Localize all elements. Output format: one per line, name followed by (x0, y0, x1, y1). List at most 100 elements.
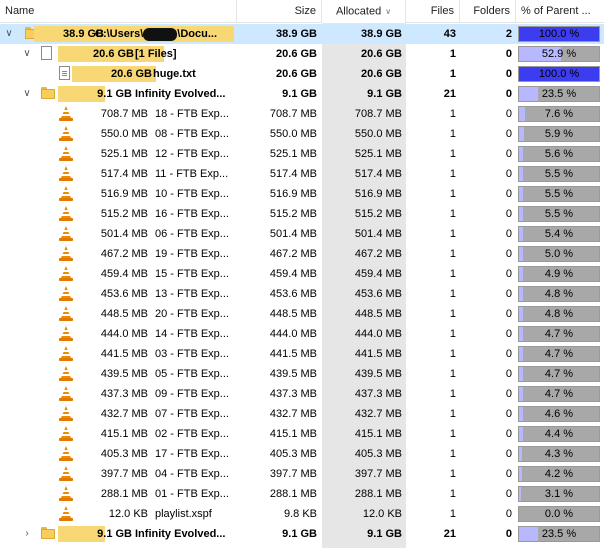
folders-cell: 0 (505, 68, 512, 80)
files-cell: 1 (449, 108, 456, 120)
size-cell: 516.9 MB (269, 188, 317, 200)
tree-row[interactable]: ∨ 38.9 GB C:\Users\ \Docu... 38.9 GB 38.9 GB 4… (0, 24, 604, 44)
tree-row[interactable]: 515.2 MB 16 - FTB Exp... 515.2 MB 515.2 MB 1… (0, 204, 604, 224)
vlc-icon (59, 146, 73, 162)
file-icon (41, 46, 52, 60)
folders-cell: 0 (505, 48, 512, 60)
folder-icon (41, 87, 55, 99)
files-cell: 1 (449, 68, 456, 80)
allocated-cell: 516.9 MB (354, 188, 402, 200)
size-label: 516.9 MB (100, 188, 148, 200)
tree-row[interactable]: 12.0 KB playlist.xspf 9.8 KB 12.0 KB 1 0 0.0 % (0, 504, 604, 524)
tree-row[interactable]: 439.5 MB 05 - FTB Exp... 439.5 MB 439.5 MB 1… (0, 364, 604, 384)
tree-row[interactable]: › 9.1 GB Infinity Evolved... 9.1 GB 9.1 GB 21… (0, 524, 604, 544)
files-cell: 1 (449, 188, 456, 200)
tree-row[interactable]: 516.9 MB 10 - FTB Exp... 516.9 MB 516.9 MB 1… (0, 184, 604, 204)
tree-row[interactable]: 525.1 MB 12 - FTB Exp... 525.1 MB 525.1 MB 1… (0, 144, 604, 164)
chevron-right-icon[interactable]: › (21, 524, 33, 544)
tree-row[interactable]: 437.3 MB 09 - FTB Exp... 437.3 MB 437.3 MB 1… (0, 384, 604, 404)
tree-row[interactable]: 501.4 MB 06 - FTB Exp... 501.4 MB 501.4 MB 1… (0, 224, 604, 244)
tree-row[interactable]: 20.6 GB huge.txt 20.6 GB 20.6 GB 1 0 100.0 % (0, 64, 604, 84)
tree-row[interactable]: 467.2 MB 19 - FTB Exp... 467.2 MB 467.2 MB 1… (0, 244, 604, 264)
size-cell: 20.6 GB (276, 48, 317, 60)
folders-cell: 0 (505, 248, 512, 260)
tree-row[interactable]: 288.1 MB 01 - FTB Exp... 288.1 MB 288.1 MB 1… (0, 484, 604, 504)
tree-row[interactable]: 517.4 MB 11 - FTB Exp... 517.4 MB 517.4 MB 1… (0, 164, 604, 184)
vlc-icon (59, 266, 73, 282)
files-cell: 1 (449, 48, 456, 60)
tree-row[interactable]: 432.7 MB 07 - FTB Exp... 432.7 MB 432.7 MB 1… (0, 404, 604, 424)
folders-cell: 0 (505, 168, 512, 180)
vlc-icon (59, 246, 73, 262)
folders-cell: 0 (505, 508, 512, 520)
tree-row[interactable]: 550.0 MB 08 - FTB Exp... 550.0 MB 550.0 MB 1… (0, 124, 604, 144)
tree-row[interactable]: ∨ 9.1 GB Infinity Evolved... 9.1 GB 9.1 GB 21… (0, 84, 604, 104)
item-name: [1 Files] (135, 48, 177, 60)
allocated-cell: 397.7 MB (354, 468, 402, 480)
vlc-icon (59, 406, 73, 422)
vlc-icon (59, 126, 73, 142)
files-cell: 1 (449, 388, 456, 400)
chevron-down-icon[interactable]: ∨ (3, 24, 15, 44)
size-cell: 441.5 MB (269, 348, 317, 360)
tree-row[interactable]: 405.3 MB 17 - FTB Exp... 405.3 MB 405.3 MB 1… (0, 444, 604, 464)
size-cell: 432.7 MB (269, 408, 317, 420)
size-label: 550.0 MB (100, 128, 148, 140)
percent-bar: 5.5 % (518, 186, 600, 202)
percent-label: 5.0 % (544, 248, 574, 260)
files-cell: 21 (443, 528, 456, 540)
allocated-cell: 405.3 MB (354, 448, 402, 460)
size-label: 415.1 MB (100, 428, 148, 440)
folders-cell: 0 (505, 108, 512, 120)
files-cell: 1 (449, 468, 456, 480)
item-name: 09 - FTB Exp... (155, 388, 229, 400)
tree-row[interactable]: 459.4 MB 15 - FTB Exp... 459.4 MB 459.4 MB 1… (0, 264, 604, 284)
percent-bar: 100.0 % (518, 26, 600, 42)
files-cell: 1 (449, 488, 456, 500)
tree-row[interactable]: 415.1 MB 02 - FTB Exp... 415.1 MB 415.1 MB 1… (0, 424, 604, 444)
percent-label: 5.5 % (544, 168, 574, 180)
item-name: 05 - FTB Exp... (155, 368, 229, 380)
item-name: 03 - FTB Exp... (155, 348, 229, 360)
folders-cell: 0 (505, 148, 512, 160)
percent-bar: 100.0 % (518, 66, 600, 82)
allocated-cell: 12.0 KB (362, 508, 402, 520)
allocated-cell: 515.2 MB (354, 208, 402, 220)
files-cell: 1 (449, 448, 456, 460)
column-header-files[interactable]: Files (406, 0, 460, 23)
item-name: C:\Users\ \Docu... (95, 24, 235, 44)
chevron-down-icon[interactable]: ∨ (21, 84, 33, 104)
allocated-cell: 9.1 GB (367, 528, 402, 540)
tree-row[interactable]: 441.5 MB 03 - FTB Exp... 441.5 MB 441.5 MB 1… (0, 344, 604, 364)
column-header-size[interactable]: Size (237, 0, 322, 23)
column-header-folders[interactable]: Folders (460, 0, 516, 23)
files-cell: 1 (449, 208, 456, 220)
column-header-allocated[interactable]: Allocated ∨ (322, 0, 406, 23)
tree-row[interactable]: ∨ 20.6 GB [1 Files] 20.6 GB 20.6 GB 1 0 52.9 % (0, 44, 604, 64)
folders-cell: 0 (505, 308, 512, 320)
percent-label: 23.5 % (541, 88, 577, 100)
tree-row[interactable]: 448.5 MB 20 - FTB Exp... 448.5 MB 448.5 MB 1… (0, 304, 604, 324)
size-cell: 708.7 MB (269, 108, 317, 120)
percent-label: 4.7 % (544, 388, 574, 400)
tree-row[interactable]: 708.7 MB 18 - FTB Exp... 708.7 MB 708.7 MB 1… (0, 104, 604, 124)
folders-cell: 0 (505, 528, 512, 540)
percent-bar: 5.0 % (518, 246, 600, 262)
folders-cell: 0 (505, 208, 512, 220)
files-cell: 1 (449, 328, 456, 340)
tree-row[interactable]: 453.6 MB 13 - FTB Exp... 453.6 MB 453.6 MB 1… (0, 284, 604, 304)
column-header-name[interactable]: Name (0, 0, 237, 23)
percent-bar: 0.0 % (518, 506, 600, 522)
size-label: 288.1 MB (100, 488, 148, 500)
item-name: 13 - FTB Exp... (155, 288, 229, 300)
folders-cell: 0 (505, 188, 512, 200)
files-cell: 1 (449, 268, 456, 280)
tree-row[interactable]: 397.7 MB 04 - FTB Exp... 397.7 MB 397.7 MB 1… (0, 464, 604, 484)
chevron-down-icon[interactable]: ∨ (21, 44, 33, 64)
percent-bar: 23.5 % (518, 86, 600, 102)
item-name: huge.txt (153, 68, 196, 80)
vlc-icon (59, 306, 73, 322)
column-header-percent[interactable]: % of Parent ... (516, 0, 604, 23)
tree-row[interactable]: 444.0 MB 14 - FTB Exp... 444.0 MB 444.0 MB 1… (0, 324, 604, 344)
percent-bar: 4.7 % (518, 386, 600, 402)
